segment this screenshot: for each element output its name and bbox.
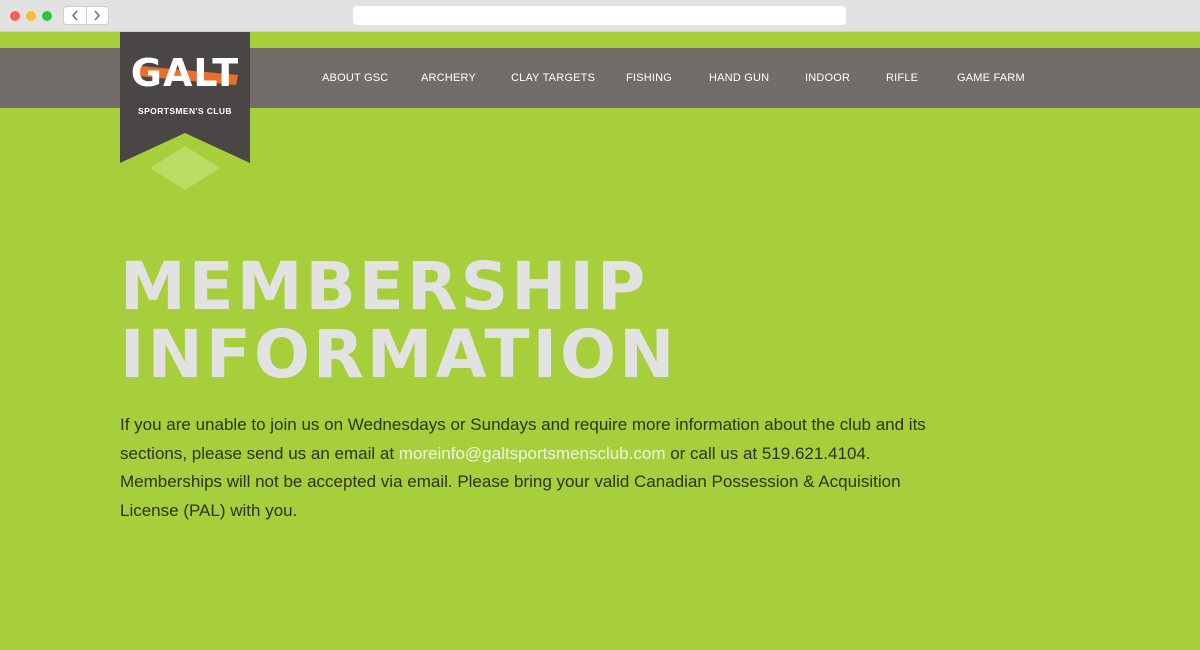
page-title-line-2: INFORMATION: [120, 316, 678, 393]
back-button[interactable]: [64, 7, 86, 24]
forward-button[interactable]: [85, 7, 109, 24]
history-buttons: [63, 6, 109, 25]
nav-item-rifle[interactable]: RIFLE: [886, 48, 918, 108]
nav-item-game-farm[interactable]: GAME FARM: [957, 48, 1025, 108]
nav-item-clay-targets[interactable]: CLAY TARGETS: [511, 48, 595, 108]
nav-item-hand-gun[interactable]: HAND GUN: [709, 48, 769, 108]
site-logo[interactable]: GALT SPORTSMEN'S CLUB: [120, 32, 250, 190]
page-title-line-1: MEMBERSHIP: [120, 248, 649, 325]
nav-item-indoor[interactable]: INDOOR: [805, 48, 850, 108]
window-maximize-button[interactable]: [42, 11, 52, 21]
window-close-button[interactable]: [10, 11, 20, 21]
page-title: MEMBERSHIP INFORMATION: [120, 253, 950, 389]
chevron-left-icon: [71, 10, 78, 21]
nav-item-archery[interactable]: ARCHERY: [421, 48, 476, 108]
window-minimize-button[interactable]: [26, 11, 36, 21]
nav-item-about-gsc[interactable]: ABOUT GSC: [322, 48, 388, 108]
nav-item-fishing[interactable]: FISHING: [626, 48, 672, 108]
page: ABOUT GSC ARCHERY CLAY TARGETS FISHING H…: [0, 32, 1200, 650]
chevron-right-icon: [94, 10, 101, 21]
browser-toolbar: [0, 0, 1200, 32]
address-bar[interactable]: [353, 6, 846, 25]
logo-tagline: SPORTSMEN'S CLUB: [138, 106, 232, 116]
logo-wordmark: GALT: [130, 51, 240, 95]
email-link[interactable]: moreinfo@galtsportsmensclub.com: [399, 444, 666, 463]
membership-description: If you are unable to join us on Wednesda…: [120, 411, 950, 525]
membership-section: MEMBERSHIP INFORMATION If you are unable…: [120, 253, 950, 525]
